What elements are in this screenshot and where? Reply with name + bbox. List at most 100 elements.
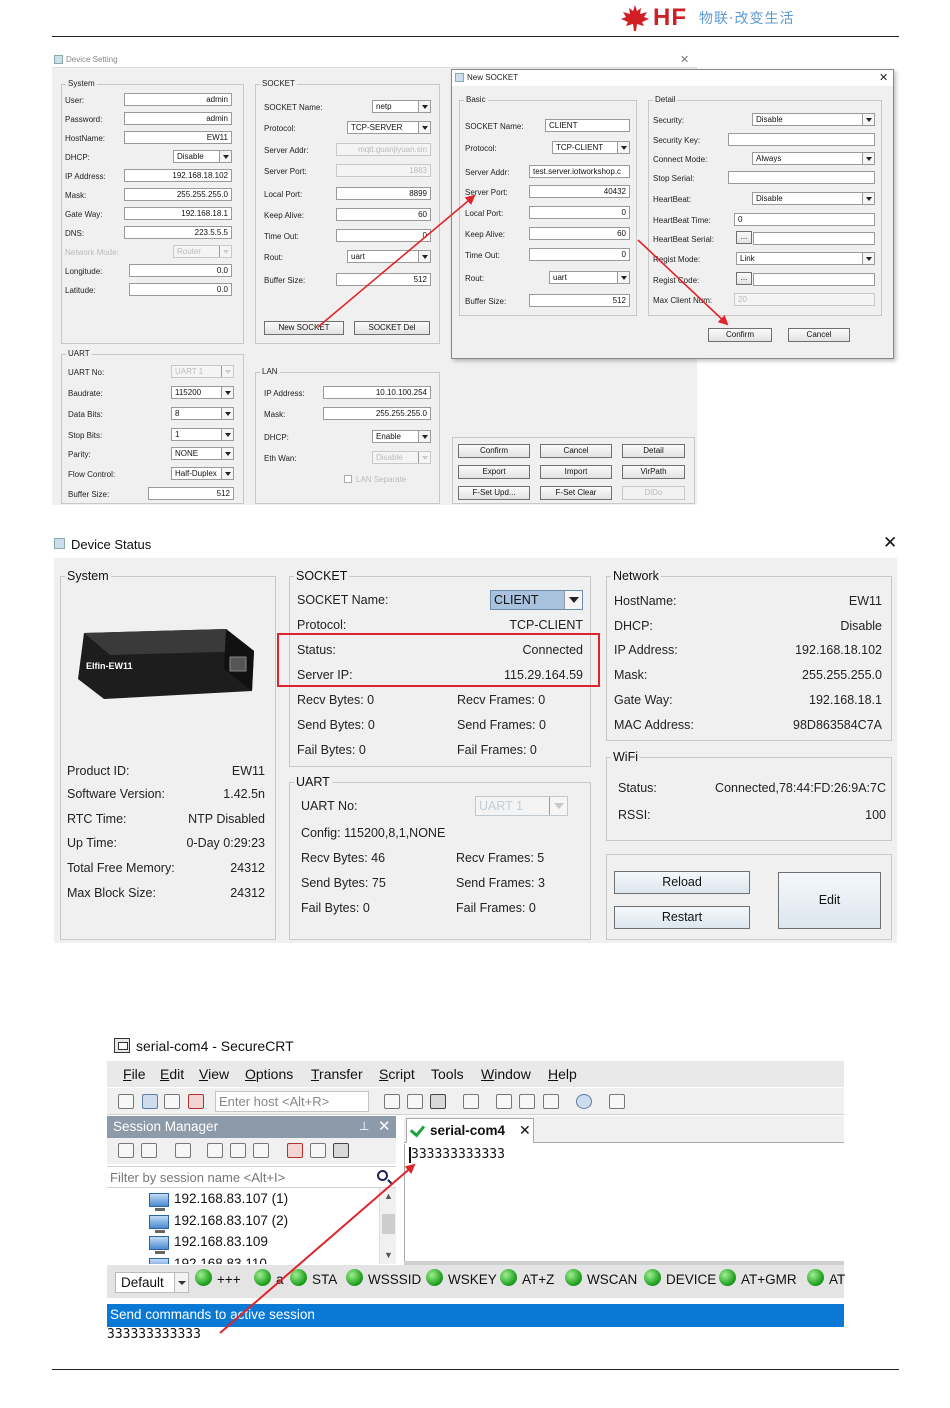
menu-file[interactable]: File bbox=[123, 1066, 146, 1082]
user-field[interactable]: admin bbox=[124, 93, 232, 106]
flow-control-select[interactable]: Half-Duplex bbox=[171, 467, 234, 480]
delete-icon[interactable] bbox=[287, 1143, 303, 1158]
menu-view[interactable]: View bbox=[199, 1066, 229, 1082]
mask-field[interactable]: 255.255.255.0 bbox=[124, 188, 232, 201]
scroll-down-icon[interactable]: ▼ bbox=[384, 1250, 393, 1260]
new-protocol-select[interactable]: TCP-CLIENT bbox=[552, 141, 630, 154]
stop-serial-field[interactable] bbox=[728, 171, 875, 184]
screenshot-icon[interactable] bbox=[609, 1094, 625, 1109]
connect-icon[interactable] bbox=[118, 1143, 134, 1158]
security-select[interactable]: Disable bbox=[752, 113, 875, 126]
uart-buffer-field[interactable]: 512 bbox=[148, 487, 234, 500]
new-keep-alive-field[interactable]: 60 bbox=[529, 227, 630, 240]
import-button[interactable]: Import bbox=[540, 465, 612, 479]
dns-field[interactable]: 223.5.5.5 bbox=[124, 226, 232, 239]
new-local-port-field[interactable]: 0 bbox=[529, 206, 630, 219]
lan-mask-field[interactable]: 255.255.255.0 bbox=[323, 407, 431, 420]
command-input[interactable]: 333333333333 bbox=[107, 1327, 844, 1345]
rout-select[interactable]: uart bbox=[347, 250, 431, 263]
socket-del-button[interactable]: SOCKET Del bbox=[354, 321, 430, 335]
heartbeat-select[interactable]: Disable bbox=[752, 192, 875, 205]
bar-button[interactable]: WSCAN bbox=[565, 1269, 637, 1293]
keymap-icon[interactable] bbox=[543, 1094, 559, 1109]
options-icon[interactable] bbox=[519, 1094, 535, 1109]
menu-script[interactable]: Script bbox=[379, 1066, 415, 1082]
bar-button[interactable]: WSSSID bbox=[346, 1269, 421, 1293]
baudrate-select[interactable]: 115200 bbox=[171, 386, 234, 399]
new-socket-name-field[interactable]: CLIENT bbox=[545, 119, 630, 132]
new-socket-confirm-button[interactable]: Confirm bbox=[708, 328, 772, 342]
regist-code-field[interactable] bbox=[753, 273, 875, 286]
detail-button[interactable]: Detail bbox=[622, 444, 685, 458]
heartbeat-serial-field[interactable] bbox=[753, 232, 875, 245]
password-field[interactable]: admin bbox=[124, 112, 232, 125]
buffer-field[interactable]: 512 bbox=[336, 273, 431, 286]
lan-ip-field[interactable]: 10.10.100.254 bbox=[323, 386, 431, 399]
close-icon[interactable]: ✕ bbox=[883, 533, 897, 553]
regist-code-browse-button[interactable]: ... bbox=[736, 272, 752, 285]
terminal-output[interactable]: 333333333333 bbox=[404, 1144, 844, 1264]
confirm-button[interactable]: Confirm bbox=[458, 444, 530, 458]
menu-window[interactable]: Window bbox=[481, 1066, 531, 1082]
hostname-field[interactable]: EW11 bbox=[124, 131, 232, 144]
fset-clear-button[interactable]: F-Set Clear bbox=[540, 486, 612, 500]
new-socket-cancel-button[interactable]: Cancel bbox=[788, 328, 850, 342]
properties-icon[interactable] bbox=[175, 1143, 191, 1158]
scroll-up-icon[interactable]: ▲ bbox=[384, 1191, 393, 1201]
lan-separate-checkbox[interactable] bbox=[344, 475, 352, 483]
new-server-addr-field[interactable]: test.server.iotworkshop.c bbox=[529, 165, 630, 178]
scroll-thumb[interactable] bbox=[382, 1214, 395, 1234]
connect-mode-select[interactable]: Always bbox=[752, 152, 875, 165]
security-key-field[interactable] bbox=[728, 133, 875, 146]
fset-upd-button[interactable]: F-Set Upd... bbox=[458, 486, 530, 500]
bar-button[interactable]: AT+Z bbox=[500, 1269, 554, 1293]
session-tree-scrollbar[interactable]: ▲ ▼ bbox=[379, 1188, 396, 1264]
virpath-button[interactable]: VirPath bbox=[622, 465, 685, 479]
regist-mode-select[interactable]: Link bbox=[736, 252, 875, 265]
pin-icon[interactable]: ⊥ bbox=[359, 1119, 369, 1133]
bar-button[interactable]: +++ bbox=[195, 1269, 241, 1293]
close-icon[interactable]: ✕ bbox=[680, 53, 689, 66]
reconnect-icon[interactable] bbox=[164, 1094, 180, 1109]
copy-icon[interactable] bbox=[384, 1094, 400, 1109]
new-rout-select[interactable]: uart bbox=[549, 271, 630, 284]
new-folder-icon[interactable] bbox=[310, 1143, 326, 1158]
heartbeat-time-field[interactable]: 0 bbox=[734, 213, 875, 226]
bar-button[interactable]: AT bbox=[807, 1269, 845, 1293]
socket-name-select[interactable]: netp bbox=[372, 100, 431, 113]
paste-icon[interactable] bbox=[253, 1143, 269, 1158]
menu-transfer[interactable]: Transfer bbox=[311, 1066, 363, 1082]
search-icon[interactable] bbox=[377, 1170, 388, 1181]
bar-button[interactable]: AT+GMR bbox=[719, 1269, 797, 1293]
menu-options[interactable]: Options bbox=[245, 1066, 293, 1082]
keep-alive-field[interactable]: 60 bbox=[336, 208, 431, 221]
disconnect-icon[interactable] bbox=[188, 1094, 204, 1109]
menu-tools[interactable]: Tools bbox=[431, 1066, 464, 1082]
copy-icon[interactable] bbox=[230, 1143, 246, 1158]
button-bar-select[interactable]: Default bbox=[115, 1272, 189, 1293]
ip-field[interactable]: 192.168.18.102 bbox=[124, 169, 232, 182]
dhcp-select[interactable]: Disable bbox=[173, 150, 232, 163]
cut-icon[interactable] bbox=[207, 1143, 223, 1158]
close-icon[interactable]: ✕ bbox=[378, 1117, 391, 1135]
local-port-field[interactable]: 8899 bbox=[336, 187, 431, 200]
latitude-field[interactable]: 0.0 bbox=[129, 283, 232, 296]
protocol-select[interactable]: TCP-SERVER bbox=[347, 121, 431, 134]
gateway-field[interactable]: 192.168.18.1 bbox=[124, 207, 232, 220]
export-button[interactable]: Export bbox=[458, 465, 530, 479]
longitude-field[interactable]: 0.0 bbox=[129, 264, 232, 277]
bar-button[interactable]: a bbox=[254, 1269, 284, 1293]
parity-select[interactable]: NONE bbox=[171, 447, 234, 460]
menu-help[interactable]: Help bbox=[548, 1066, 577, 1082]
host-input[interactable]: Enter host <Alt+R> bbox=[215, 1091, 369, 1112]
restart-button[interactable]: Restart bbox=[614, 906, 750, 929]
connect-icon[interactable] bbox=[118, 1094, 134, 1109]
edit-button[interactable]: Edit bbox=[778, 872, 881, 929]
bar-button[interactable]: WSKEY bbox=[426, 1269, 497, 1293]
menu-edit[interactable]: Edit bbox=[160, 1066, 184, 1082]
new-timeout-field[interactable]: 0 bbox=[529, 248, 630, 261]
heartbeat-serial-browse-button[interactable]: ... bbox=[736, 231, 752, 244]
bar-button[interactable]: DEVICE bbox=[644, 1269, 716, 1293]
find-icon[interactable] bbox=[430, 1094, 446, 1109]
find-icon[interactable] bbox=[333, 1143, 349, 1158]
